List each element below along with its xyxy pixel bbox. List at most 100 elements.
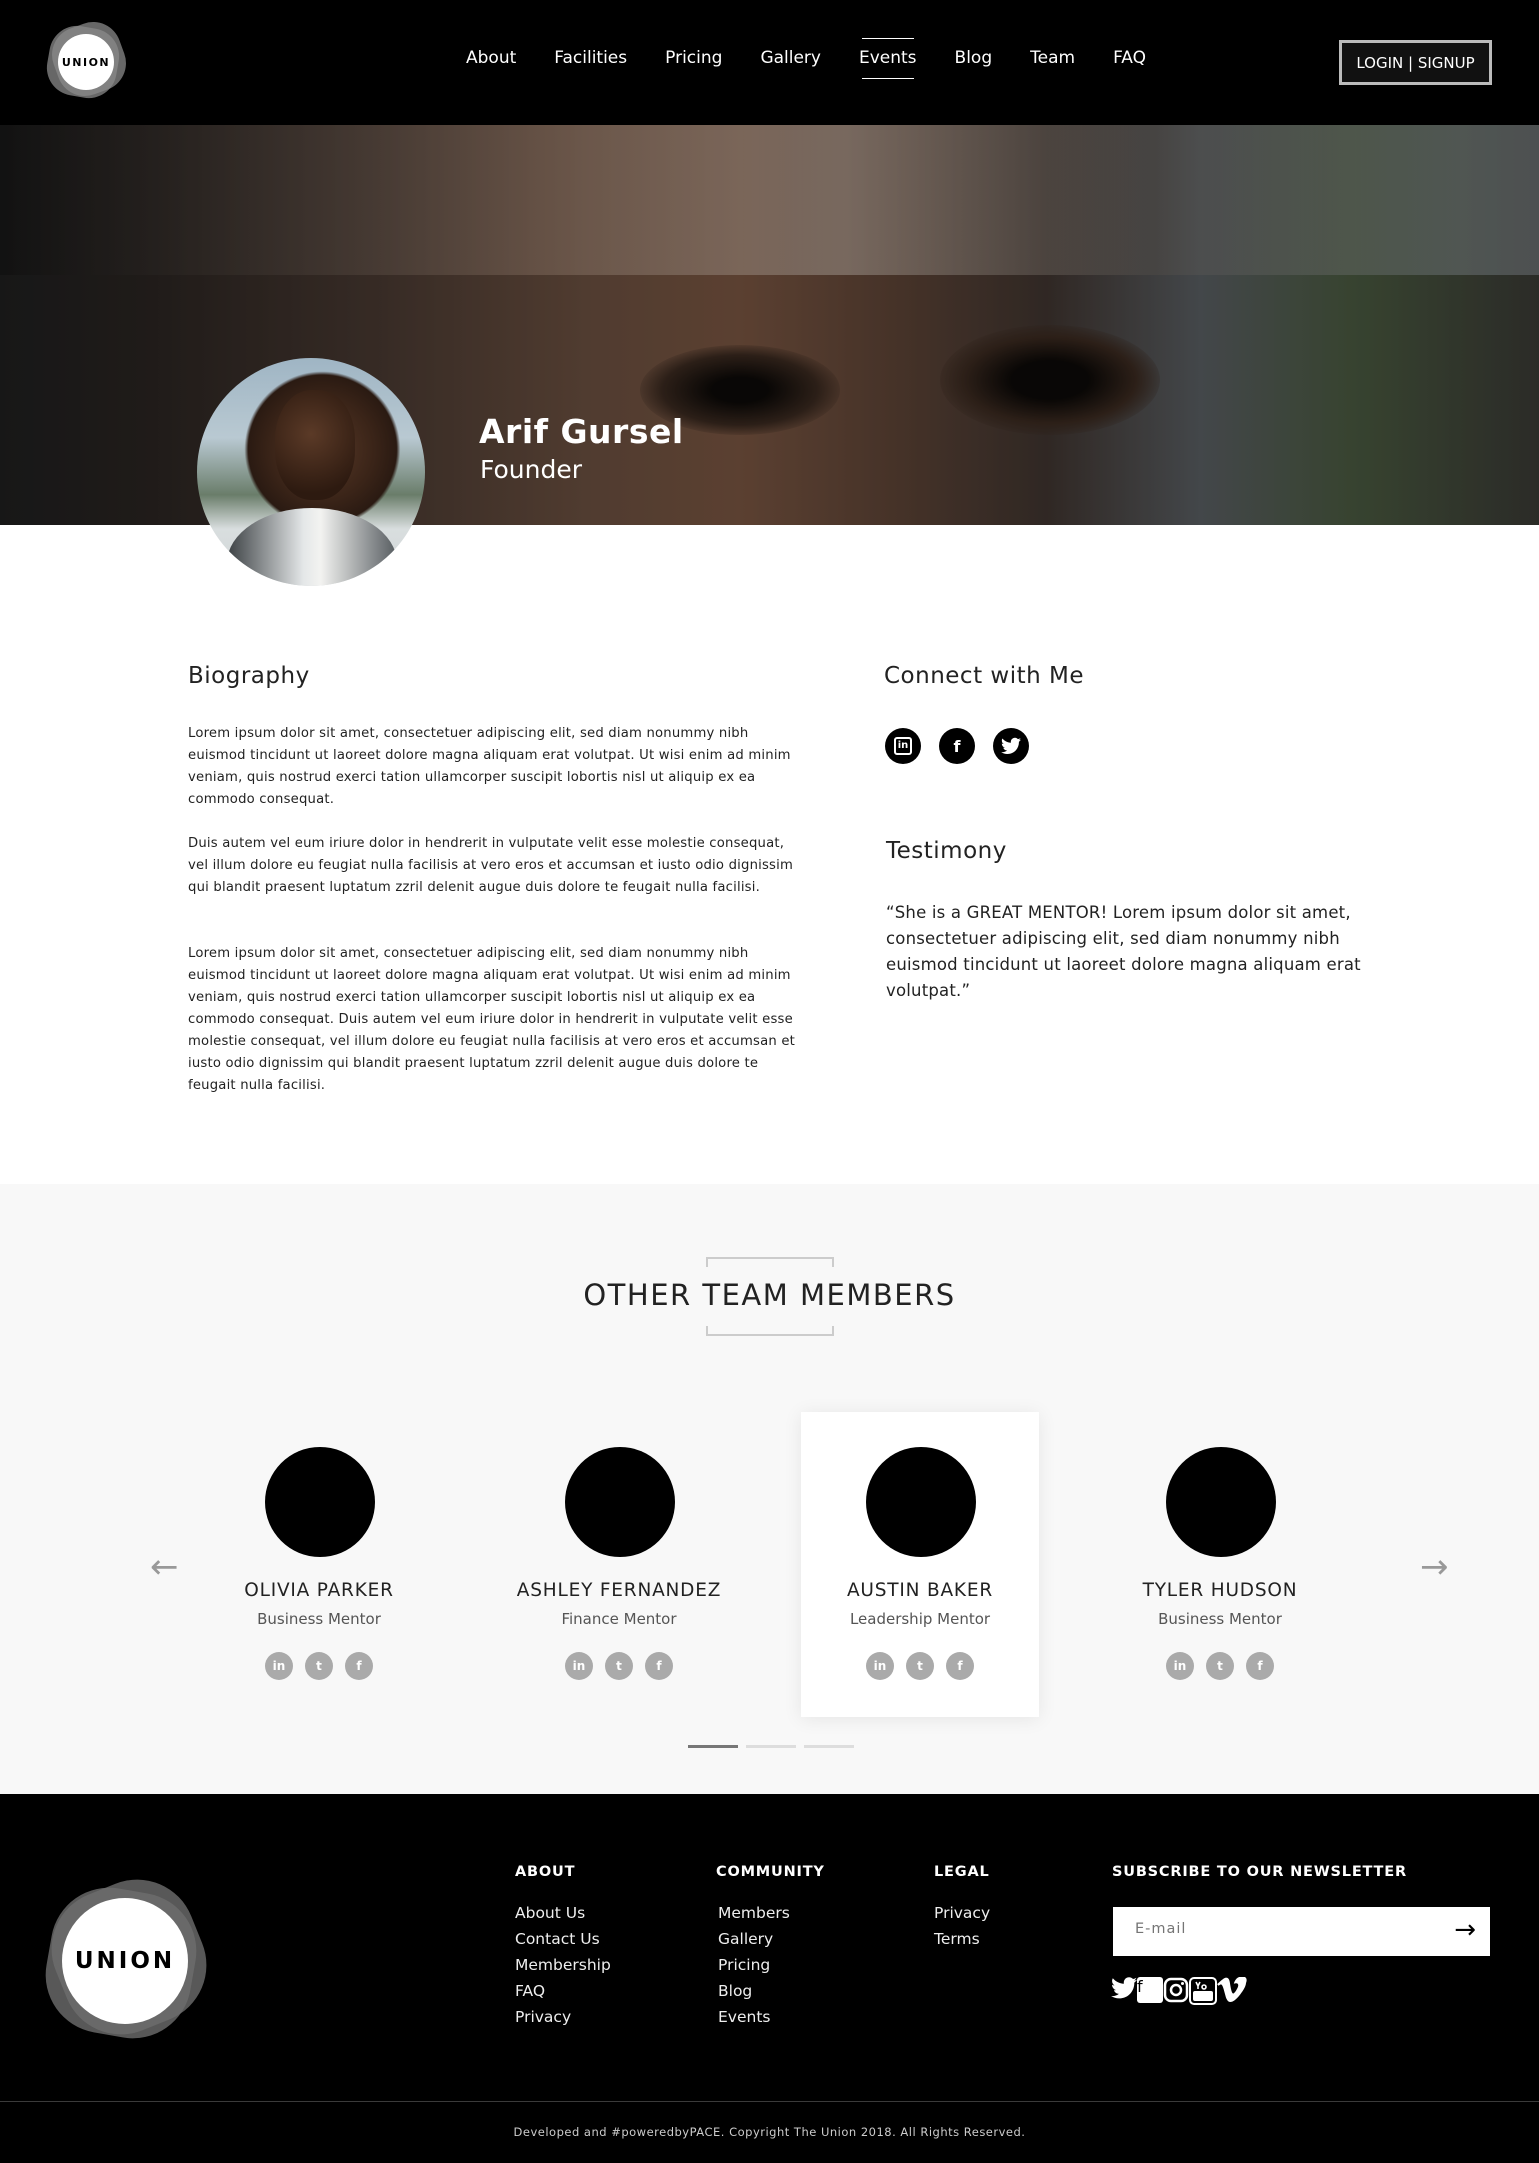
- footer-union-logo[interactable]: UNION: [33, 1861, 225, 2053]
- team-section-title: OTHER TEAM MEMBERS: [583, 1278, 956, 1312]
- footer-about-links: About Us Contact Us Membership FAQ Priva…: [515, 1900, 611, 2030]
- footer-community-title: COMMUNITY: [716, 1864, 825, 1880]
- union-logo[interactable]: UNION: [42, 14, 134, 104]
- footer-link[interactable]: Gallery: [718, 1930, 773, 1948]
- title-bracket-top: [706, 1257, 834, 1267]
- member-social-links: in t f: [801, 1652, 1039, 1680]
- footer-social-links: f: [1111, 1976, 1247, 2009]
- footer-link[interactable]: Terms: [934, 1930, 980, 1948]
- member-avatar: [1166, 1447, 1276, 1557]
- footer-link[interactable]: Privacy: [515, 2008, 571, 2026]
- nav-about[interactable]: About: [466, 48, 516, 68]
- linkedin-icon[interactable]: in: [565, 1652, 593, 1680]
- footer-link[interactable]: About Us: [515, 1904, 585, 1922]
- member-name: ASHLEY FERNANDEZ: [516, 1580, 722, 1601]
- nav-gallery[interactable]: Gallery: [760, 48, 821, 68]
- vimeo-icon[interactable]: [1217, 1976, 1247, 2009]
- linkedin-icon[interactable]: in: [1166, 1652, 1194, 1680]
- arrow-right-icon[interactable]: →: [1454, 1915, 1476, 1945]
- footer-link[interactable]: Events: [718, 2008, 770, 2026]
- footer-link[interactable]: Pricing: [718, 1956, 770, 1974]
- member-avatar: [265, 1447, 375, 1557]
- footer-legal-title: LEGAL: [934, 1864, 990, 1880]
- member-name: TYLER HUDSON: [1142, 1580, 1298, 1601]
- team-member-card[interactable]: TYLER HUDSON Business Mentor in t f: [1101, 1412, 1339, 1717]
- profile-name: Arif Gursel: [479, 412, 684, 451]
- copyright-text: Developed and #poweredbyPACE. Copyright …: [513, 2125, 1026, 2139]
- connect-heading: Connect with Me: [884, 663, 1085, 689]
- carousel-dot[interactable]: [746, 1745, 796, 1748]
- footer-link[interactable]: Contact Us: [515, 1930, 600, 1948]
- member-name: AUSTIN BAKER: [846, 1580, 994, 1601]
- footer-divider: [0, 2101, 1539, 2102]
- avatar-body: [227, 508, 397, 586]
- linkedin-icon[interactable]: in: [265, 1652, 293, 1680]
- carousel-next-arrow-icon[interactable]: →: [1420, 1550, 1449, 1584]
- profile-role: Founder: [480, 455, 583, 484]
- biography-paragraph: Lorem ipsum dolor sit amet, consectetuer…: [188, 946, 796, 1093]
- instagram-icon[interactable]: [1163, 1977, 1189, 2009]
- newsletter-title: SUBSCRIBE TO OUR NEWSLETTER: [1112, 1864, 1407, 1880]
- footer-link[interactable]: Members: [718, 1904, 790, 1922]
- member-role: Business Mentor: [1158, 1610, 1282, 1628]
- team-member-card[interactable]: OLIVIA PARKER Business Mentor in t f: [200, 1412, 438, 1717]
- footer-about-title: ABOUT: [515, 1864, 576, 1880]
- member-role: Business Mentor: [257, 1610, 381, 1628]
- nav-blog[interactable]: Blog: [955, 48, 993, 68]
- member-social-links: in t f: [500, 1652, 738, 1680]
- nav-team[interactable]: Team: [1030, 48, 1075, 68]
- member-social-links: in t f: [200, 1652, 438, 1680]
- linkedin-icon[interactable]: in: [885, 728, 921, 764]
- newsletter-email-input[interactable]: [1135, 1921, 1435, 1937]
- nav-pricing[interactable]: Pricing: [665, 48, 722, 68]
- avatar-head: [275, 390, 355, 500]
- team-member-card[interactable]: ASHLEY FERNANDEZ Finance Mentor in t f: [500, 1412, 738, 1717]
- facebook-icon[interactable]: f: [645, 1652, 673, 1680]
- footer-legal-links: Privacy Terms: [934, 1900, 990, 1952]
- twitter-icon[interactable]: [993, 728, 1029, 764]
- carousel-prev-arrow-icon[interactable]: ←: [150, 1550, 179, 1584]
- team-member-card-featured[interactable]: AUSTIN BAKER Leadership Mentor in t f: [801, 1412, 1039, 1717]
- biography-heading: Biography: [188, 663, 310, 689]
- facebook-icon[interactable]: f: [345, 1652, 373, 1680]
- footer-community-links: Members Gallery Pricing Blog Events: [718, 1900, 790, 2030]
- team-members-section: OTHER TEAM MEMBERS ← → OLIVIA PARKER Bus…: [0, 1184, 1539, 1794]
- linkedin-icon[interactable]: in: [866, 1652, 894, 1680]
- main-nav: About Facilities Pricing Gallery Events …: [466, 38, 1184, 79]
- footer-logo-text: UNION: [62, 1898, 188, 2024]
- twitter-icon[interactable]: t: [906, 1652, 934, 1680]
- footer-link[interactable]: Privacy: [934, 1904, 990, 1922]
- facebook-icon[interactable]: f: [1137, 1977, 1163, 2003]
- member-avatar: [866, 1447, 976, 1557]
- twitter-icon[interactable]: t: [1206, 1652, 1234, 1680]
- carousel-dot-active[interactable]: [688, 1745, 738, 1748]
- profile-avatar: [197, 358, 425, 586]
- nav-facilities[interactable]: Facilities: [554, 48, 627, 68]
- site-header: UNION About Facilities Pricing Gallery E…: [0, 0, 1539, 125]
- facebook-icon[interactable]: f: [939, 728, 975, 764]
- twitter-icon[interactable]: t: [605, 1652, 633, 1680]
- login-signup-button[interactable]: LOGIN | SIGNUP: [1339, 40, 1492, 85]
- facebook-icon[interactable]: f: [946, 1652, 974, 1680]
- carousel-dot[interactable]: [804, 1745, 854, 1748]
- facebook-icon[interactable]: f: [1246, 1652, 1274, 1680]
- member-avatar: [565, 1447, 675, 1557]
- biography-paragraph: Duis autem vel eum iriure dolor in hendr…: [188, 836, 794, 895]
- newsletter-form: →: [1113, 1907, 1490, 1956]
- member-role: Finance Mentor: [561, 1610, 677, 1628]
- carousel-pagination: [688, 1745, 862, 1748]
- footer-link[interactable]: FAQ: [515, 1982, 545, 2000]
- footer-link[interactable]: Membership: [515, 1956, 611, 1974]
- twitter-icon[interactable]: t: [305, 1652, 333, 1680]
- nav-faq[interactable]: FAQ: [1113, 48, 1146, 68]
- nav-events[interactable]: Events: [859, 38, 917, 79]
- member-name: OLIVIA PARKER: [244, 1580, 394, 1601]
- logo-text: UNION: [58, 34, 114, 90]
- biography-paragraph: Lorem ipsum dolor sit amet, consectetuer…: [188, 726, 791, 807]
- footer-link[interactable]: Blog: [718, 1982, 752, 2000]
- youtube-icon[interactable]: [1189, 1977, 1217, 2009]
- member-role: Leadership Mentor: [849, 1610, 991, 1628]
- twitter-icon[interactable]: [1111, 1977, 1137, 2009]
- testimony-text: “She is a GREAT MENTOR! Lorem ipsum dolo…: [886, 903, 1361, 1000]
- title-bracket-bottom: [706, 1326, 834, 1336]
